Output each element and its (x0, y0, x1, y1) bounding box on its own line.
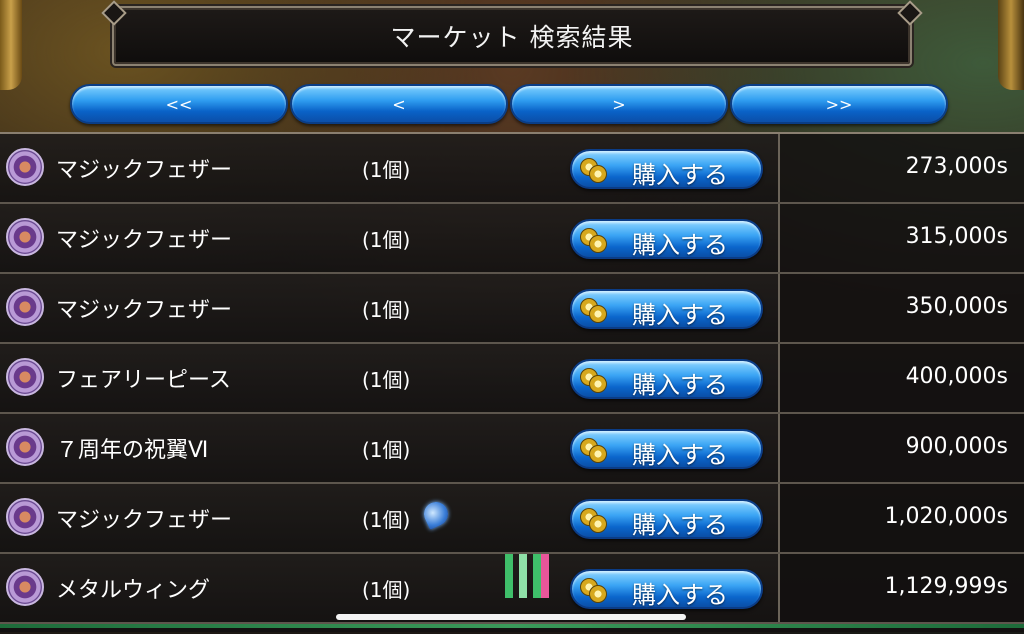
page-title: マーケット 検索結果 (390, 23, 634, 52)
list-item: フェアリーピース (1個) 購入する 400,000s (0, 344, 1024, 414)
list-item: マジックフェザー (1個) 購入する 315,000s (0, 204, 1024, 274)
divider (778, 554, 780, 622)
item-name: マジックフェザー (56, 228, 233, 253)
first-page-button[interactable]: << (70, 84, 288, 124)
prev-page-button[interactable]: < (290, 84, 508, 124)
coin-icon (580, 438, 607, 463)
item-quantity: (1個) (362, 438, 411, 462)
item-price: 900,000s (905, 434, 1008, 459)
list-item: ７周年の祝翼Ⅵ (1個) 購入する 900,000s (0, 414, 1024, 484)
coin-icon (580, 158, 607, 183)
item-quantity: (1個) (362, 578, 411, 602)
list-item: マジックフェザー (1個) 購入する 273,000s (0, 134, 1024, 204)
divider (778, 204, 780, 272)
coin-icon (580, 368, 607, 393)
ornament-right (998, 0, 1024, 90)
buy-button[interactable]: 購入する (570, 569, 763, 609)
item-name: ７周年の祝翼Ⅵ (56, 438, 209, 463)
last-page-button[interactable]: >> (730, 84, 948, 124)
item-icon (6, 218, 44, 256)
divider (778, 344, 780, 412)
ornament-left (0, 0, 22, 90)
list-item: マジックフェザー (1個) 購入する 350,000s (0, 274, 1024, 344)
item-price: 273,000s (905, 154, 1008, 179)
list-item: マジックフェザー (1個) 購入する 1,020,000s (0, 484, 1024, 554)
item-name: フェアリーピース (56, 368, 231, 393)
divider (778, 274, 780, 342)
buy-button[interactable]: 購入する (570, 499, 763, 539)
buy-button[interactable]: 購入する (570, 149, 763, 189)
buy-button[interactable]: 購入する (570, 359, 763, 399)
item-quantity: (1個) (362, 368, 411, 392)
buy-button[interactable]: 購入する (570, 289, 763, 329)
coin-icon (580, 298, 607, 323)
home-indicator[interactable] (336, 614, 686, 620)
item-icon (6, 498, 44, 536)
item-icon (6, 288, 44, 326)
item-price: 1,129,999s (884, 574, 1008, 599)
bottom-accent-line (0, 624, 1024, 628)
buy-button[interactable]: 購入する (570, 219, 763, 259)
pagination: << < > >> (70, 84, 950, 124)
item-price: 350,000s (905, 294, 1008, 319)
item-price: 315,000s (905, 224, 1008, 249)
divider (778, 414, 780, 482)
item-icon (6, 148, 44, 186)
divider (778, 484, 780, 552)
item-price: 1,020,000s (884, 504, 1008, 529)
item-icon (6, 568, 44, 606)
coin-icon (580, 228, 607, 253)
item-icon (6, 358, 44, 396)
item-name: マジックフェザー (56, 158, 233, 183)
buy-button[interactable]: 購入する (570, 429, 763, 469)
divider (778, 134, 780, 202)
item-quantity: (1個) (362, 228, 411, 252)
item-name: マジックフェザー (56, 508, 233, 533)
item-quantity: (1個) (362, 298, 411, 322)
item-price: 400,000s (905, 364, 1008, 389)
item-name: マジックフェザー (56, 298, 233, 323)
search-result-list: マジックフェザー (1個) 購入する 273,000s マジックフェザー (1個… (0, 132, 1024, 634)
item-name: メタルウィング (56, 578, 211, 603)
item-icon (6, 428, 44, 466)
title-banner: マーケット 検索結果 (112, 6, 912, 66)
item-quantity: (1個) (362, 508, 411, 532)
item-quantity: (1個) (362, 158, 411, 182)
coin-icon (580, 578, 607, 603)
coin-icon (580, 508, 607, 533)
next-page-button[interactable]: > (510, 84, 728, 124)
